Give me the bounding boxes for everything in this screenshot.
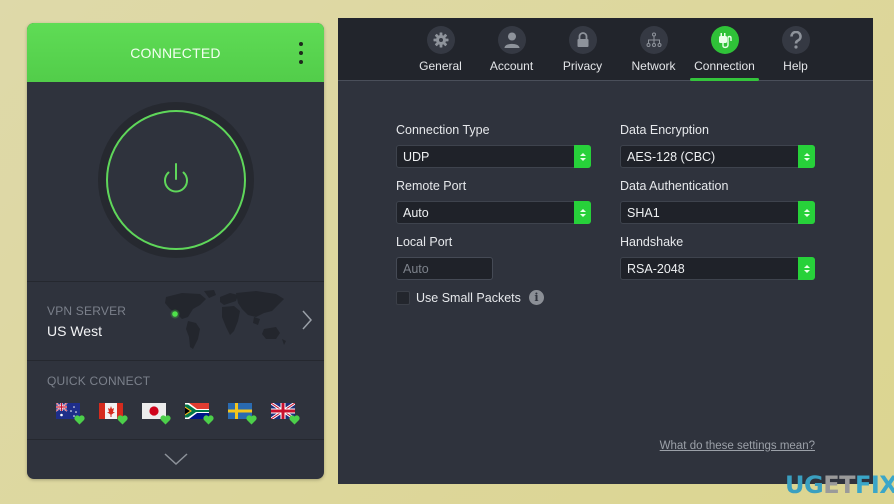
settings-tabs: General Account Privacy Network Connecti… <box>338 18 873 81</box>
connection-type-label: Connection Type <box>396 123 490 137</box>
favorite-heart-icon <box>203 415 214 425</box>
favorite-heart-icon <box>117 415 128 425</box>
quick-connect-united-kingdom[interactable] <box>271 403 300 425</box>
tab-label: Account <box>489 59 534 73</box>
quick-connect-sweden[interactable] <box>228 403 257 425</box>
select-arrows-icon <box>574 145 591 168</box>
more-options-icon[interactable] <box>298 42 304 64</box>
plug-icon <box>710 26 739 54</box>
favorite-heart-icon <box>74 415 85 425</box>
remote-port-label: Remote Port <box>396 179 467 193</box>
quick-connect-australia[interactable] <box>56 403 85 425</box>
expand-button[interactable] <box>27 440 324 478</box>
use-small-packets-row: Use Small Packets i <box>396 290 544 305</box>
tab-label: Network <box>631 59 676 73</box>
data-encryption-field: Data Encryption AES-128 (CBC) <box>620 123 815 168</box>
tab-label: General <box>419 59 462 73</box>
use-small-packets-checkbox[interactable] <box>396 290 410 305</box>
help-icon <box>781 26 810 54</box>
tab-label: Connection <box>694 59 755 73</box>
data-authentication-label: Data Authentication <box>620 179 729 193</box>
vpn-server-value: US West <box>47 323 102 339</box>
local-port-field: Local Port <box>396 235 493 280</box>
network-icon <box>639 26 668 54</box>
power-button[interactable] <box>106 110 246 250</box>
power-icon <box>164 163 188 193</box>
select-arrows-icon <box>798 201 815 224</box>
data-authentication-field: Data Authentication SHA1 <box>620 179 815 224</box>
world-map-icon <box>165 290 286 349</box>
data-authentication-value: SHA1 <box>627 206 660 220</box>
favorite-heart-icon <box>160 415 171 425</box>
data-authentication-select[interactable]: SHA1 <box>620 201 815 224</box>
watermark-part: ET <box>823 471 855 499</box>
connection-type-value: UDP <box>403 150 430 164</box>
local-port-label: Local Port <box>396 235 453 249</box>
quick-connect-canada[interactable] <box>99 403 128 425</box>
vpn-server-selector[interactable]: VPN SERVER US West <box>27 282 324 361</box>
power-area <box>27 82 324 282</box>
tab-help[interactable]: Help <box>760 18 831 80</box>
data-encryption-label: Data Encryption <box>620 123 709 137</box>
favorite-heart-icon <box>246 415 257 425</box>
quick-connect-flags <box>56 403 300 425</box>
settings-help-link[interactable]: What do these settings mean? <box>660 440 815 452</box>
tab-privacy[interactable]: Privacy <box>547 18 618 80</box>
power-ring-shadow <box>98 102 254 258</box>
connection-status: CONNECTED <box>130 44 221 61</box>
remote-port-value: Auto <box>403 206 429 220</box>
settings-panel: General Account Privacy Network Connecti… <box>338 18 873 484</box>
select-arrows-icon <box>798 257 815 280</box>
tab-label: Help <box>783 59 808 73</box>
use-small-packets-label: Use Small Packets <box>416 290 521 305</box>
remote-port-select[interactable]: Auto <box>396 201 591 224</box>
watermark-logo: UGETFIX <box>785 471 894 499</box>
tab-connection[interactable]: Connection <box>689 18 760 81</box>
select-arrows-icon <box>574 201 591 224</box>
local-port-input[interactable] <box>396 257 493 280</box>
connection-type-field: Connection Type UDP <box>396 123 591 168</box>
vpn-server-label: VPN SERVER <box>47 304 127 318</box>
quick-connect-section: QUICK CONNECT <box>27 361 324 440</box>
chevron-right-icon[interactable] <box>302 310 312 330</box>
info-icon[interactable]: i <box>528 290 544 305</box>
handshake-field: Handshake RSA-2048 <box>620 235 815 280</box>
quick-connect-label: QUICK CONNECT <box>47 374 151 388</box>
quick-connect-south-africa[interactable] <box>185 403 214 425</box>
gear-icon <box>426 26 455 54</box>
quick-connect-japan[interactable] <box>142 403 171 425</box>
remote-port-field: Remote Port Auto <box>396 179 591 224</box>
tab-network[interactable]: Network <box>618 18 689 80</box>
data-encryption-select[interactable]: AES-128 (CBC) <box>620 145 815 168</box>
watermark-part: UG <box>785 471 824 499</box>
vpn-main-panel: CONNECTED VPN SERVER US West QUICK CONNE… <box>27 23 324 479</box>
favorite-heart-icon <box>289 415 300 425</box>
user-icon <box>497 26 526 54</box>
lock-icon <box>568 26 597 54</box>
tab-label: Privacy <box>562 59 603 73</box>
chevron-down-icon <box>163 453 188 465</box>
handshake-select[interactable]: RSA-2048 <box>620 257 815 280</box>
handshake-label: Handshake <box>620 235 684 249</box>
select-arrows-icon <box>798 145 815 168</box>
tab-account[interactable]: Account <box>476 18 547 80</box>
data-encryption-value: AES-128 (CBC) <box>627 150 716 164</box>
watermark-part: FIX <box>854 471 894 499</box>
status-header: CONNECTED <box>27 23 324 82</box>
handshake-value: RSA-2048 <box>627 262 685 276</box>
connection-type-select[interactable]: UDP <box>396 145 591 168</box>
tab-general[interactable]: General <box>405 18 476 80</box>
